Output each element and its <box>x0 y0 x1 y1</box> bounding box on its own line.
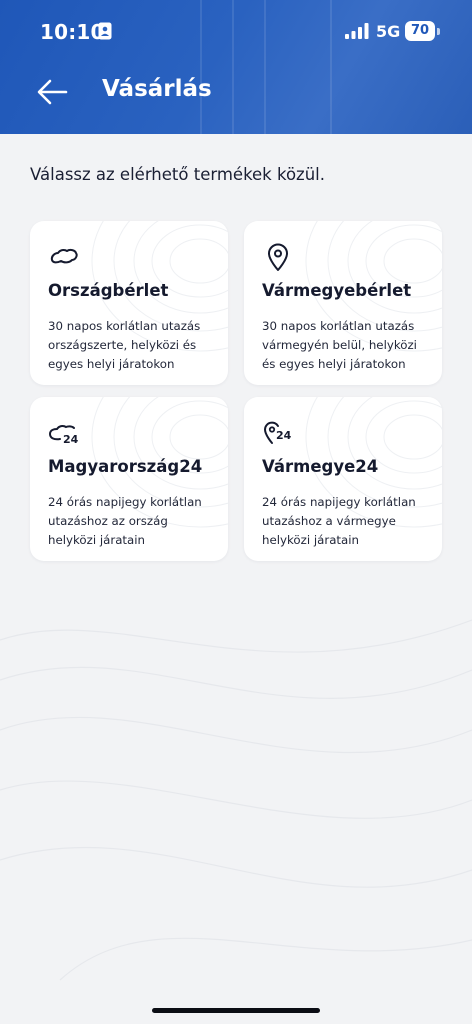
svg-text:24: 24 <box>63 433 79 446</box>
back-arrow-icon[interactable] <box>34 74 70 110</box>
status-time: 10:10 <box>40 20 105 44</box>
country-map-icon <box>50 248 78 264</box>
product-description: 24 órás napijegy korlátlan utazáshoz a v… <box>262 495 416 547</box>
background-wave-decoration <box>0 619 472 981</box>
network-type: 5G <box>376 22 401 41</box>
status-bar: 10:10 5G 70 <box>0 0 472 64</box>
location-pin-icon <box>268 243 288 271</box>
product-card-varmegye24[interactable]: 24 Vármegye24 24 órás napijegy korlátlan… <box>244 397 442 561</box>
product-description: 24 órás napijegy korlátlan utazáshoz az … <box>48 495 202 547</box>
product-title: Vármegyebérlet <box>262 281 412 300</box>
product-card-varmegyeberlet[interactable]: Vármegyebérlet 30 napos korlátlan utazás… <box>244 221 442 385</box>
product-title: Magyarország24 <box>48 457 203 476</box>
battery-tip <box>437 28 440 35</box>
intro-text: Válassz az elérhető termékek közül. <box>30 165 325 184</box>
product-description: 30 napos korlátlan utazás országszerte, … <box>48 319 201 371</box>
cellular-signal-icon <box>345 23 369 39</box>
svg-text:24: 24 <box>276 429 292 442</box>
product-title: Vármegye24 <box>262 457 379 476</box>
page-title: Vásárlás <box>102 76 212 102</box>
product-title: Országbérlet <box>48 281 169 300</box>
product-description: 30 napos korlátlan utazás vármegyén belü… <box>262 319 417 371</box>
battery-indicator: 70 <box>405 21 435 41</box>
product-card-magyarorszag24[interactable]: 24 Magyarország24 24 órás napijegy korlá… <box>30 397 228 561</box>
country-map-24-icon: 24 <box>48 424 79 446</box>
product-card-orszagberlet[interactable]: Országbérlet 30 napos korlátlan utazás o… <box>30 221 228 385</box>
location-pin-24-icon: 24 <box>263 421 292 444</box>
home-indicator[interactable] <box>152 1008 320 1013</box>
id-card-icon <box>98 22 112 40</box>
header: 10:10 5G 70 Vásárlás <box>0 0 472 134</box>
